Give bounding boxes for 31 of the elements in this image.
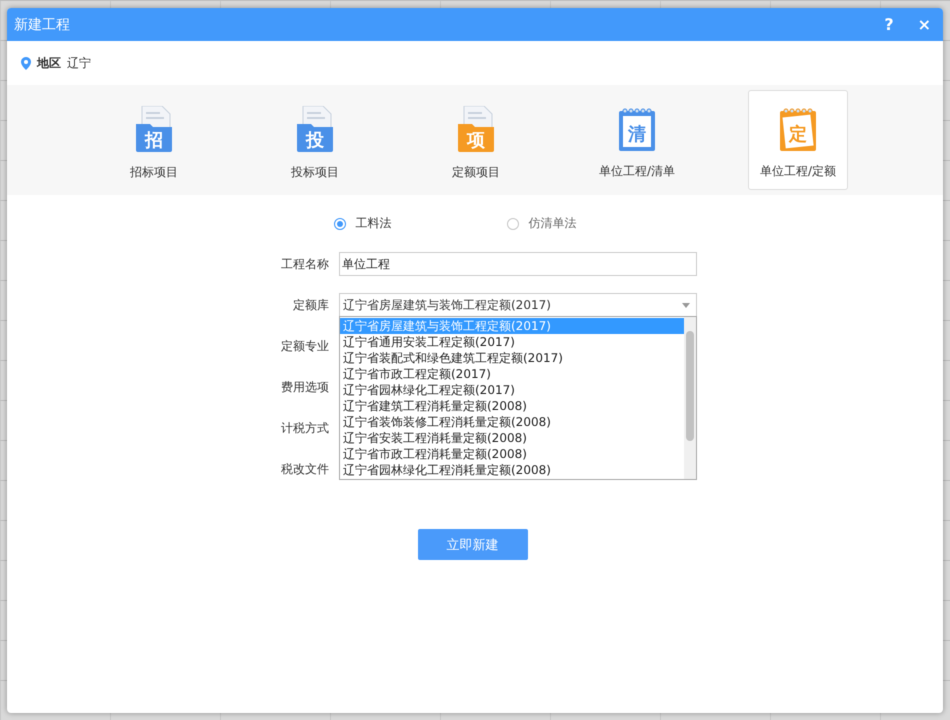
radio-label[interactable]: 工料法	[356, 215, 392, 232]
location-pin-icon	[21, 56, 31, 70]
input-field[interactable]: 单位工程	[339, 252, 697, 276]
dropdown-option[interactable]: 辽宁省装饰装修工程消耗量定额(2008)	[340, 414, 684, 430]
radio-button[interactable]	[506, 218, 518, 230]
project-type-tile[interactable]: 招 招标项目	[104, 90, 204, 190]
region-value: 辽宁	[67, 54, 91, 72]
field-label: 税改文件	[280, 460, 329, 478]
field-label: 定额专业	[280, 338, 329, 354]
region-label: 地区	[37, 54, 61, 72]
radio-button[interactable]	[334, 218, 346, 230]
project-type-tile[interactable]: 项 定额项目	[426, 90, 526, 190]
dropdown-option[interactable]: 辽宁省安装工程消耗量定额(2008)	[340, 430, 684, 446]
project-type-tile[interactable]: 投 投标项目	[265, 90, 365, 190]
field-label: 定额库	[292, 296, 329, 314]
dropdown-option[interactable]: 辽宁省装配式和绿色建筑工程定额(2017)	[340, 350, 684, 366]
dropdown-option[interactable]: 辽宁省建筑工程消耗量定额(2008)	[340, 398, 684, 414]
dropdown-option[interactable]: 辽宁省园林绿化工程定额(2017)	[340, 382, 684, 398]
field-label: 工程名称	[280, 256, 329, 272]
field-label: 费用选项	[280, 378, 329, 396]
project-type-tile[interactable]: 清 单位工程/清单	[587, 90, 687, 190]
field-label: 计税方式	[280, 420, 329, 436]
dropdown-option[interactable]: 辽宁省市政工程消耗量定额(2008)	[340, 446, 684, 462]
scrollbar[interactable]	[684, 317, 696, 479]
project-type-tile[interactable]: 定 单位工程/定额	[748, 90, 848, 190]
dropdown-option[interactable]: 辽宁省市政工程定额(2017)	[340, 366, 684, 382]
window-title: 新建工程	[14, 16, 71, 34]
caret-icon	[682, 302, 690, 308]
dropdown-option[interactable]: 辽宁省通用安装工程定额(2017)	[340, 334, 684, 350]
dropdown-option[interactable]: 辽宁省园林绿化工程消耗量定额(2008)	[340, 462, 684, 478]
radio-label[interactable]: 仿清单法	[528, 215, 576, 232]
